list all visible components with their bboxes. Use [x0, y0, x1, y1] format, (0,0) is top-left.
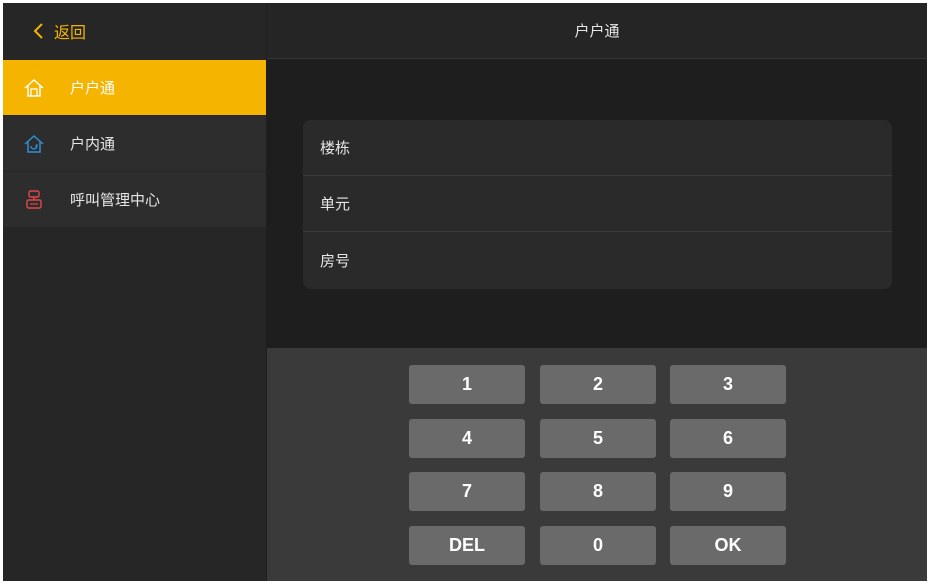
key-1[interactable]: 1 — [409, 365, 525, 404]
back-button[interactable]: 返回 — [3, 3, 266, 59]
key-9[interactable]: 9 — [670, 472, 786, 511]
sidebar-menu: 户户通 户内通 呼叫管理中心 — [3, 60, 266, 228]
sidebar-item-label: 户内通 — [70, 135, 116, 153]
call-center-icon — [23, 189, 45, 211]
page-title: 户户通 — [574, 22, 620, 40]
numeric-keypad: 1 2 3 4 5 6 7 8 9 DEL 0 OK — [267, 348, 927, 581]
chevron-left-icon — [31, 22, 49, 40]
key-8[interactable]: 8 — [540, 472, 656, 511]
sidebar-item-label: 户户通 — [70, 79, 116, 97]
key-7[interactable]: 7 — [409, 472, 525, 511]
indoor-house-icon — [23, 133, 45, 155]
delete-key[interactable]: DEL — [409, 526, 525, 565]
unit-label: 单元 — [320, 195, 351, 213]
key-3[interactable]: 3 — [670, 365, 786, 404]
key-0[interactable]: 0 — [540, 526, 656, 565]
key-5[interactable]: 5 — [540, 419, 656, 458]
sidebar-item-label: 呼叫管理中心 — [70, 191, 161, 209]
key-6[interactable]: 6 — [670, 419, 786, 458]
key-2[interactable]: 2 — [540, 365, 656, 404]
sidebar-item-household-intercom[interactable]: 户户通 — [3, 60, 266, 116]
main-panel: 户户通 楼栋 单元 房号 1 2 3 4 5 6 7 8 9 DEL 0 OK — [267, 3, 927, 581]
sidebar-item-indoor-intercom[interactable]: 户内通 — [3, 116, 266, 172]
key-4[interactable]: 4 — [409, 419, 525, 458]
house-icon — [23, 77, 45, 99]
building-label: 楼栋 — [320, 139, 351, 157]
ok-key[interactable]: OK — [670, 526, 786, 565]
room-label: 房号 — [320, 251, 351, 270]
header-bar: 户户通 — [267, 3, 927, 59]
room-field[interactable]: 房号 — [303, 232, 892, 288]
back-label: 返回 — [54, 23, 87, 42]
building-field[interactable]: 楼栋 — [303, 120, 892, 176]
app-screen: 返回 户户通 户内通 呼叫管理中心 户户通 楼栋 单元 房号 1 2 3 4 5… — [3, 3, 927, 581]
unit-field[interactable]: 单元 — [303, 176, 892, 232]
sidebar-item-call-management-center[interactable]: 呼叫管理中心 — [3, 172, 266, 228]
sidebar: 返回 户户通 户内通 呼叫管理中心 — [3, 3, 266, 581]
address-form: 楼栋 单元 房号 — [303, 120, 892, 289]
